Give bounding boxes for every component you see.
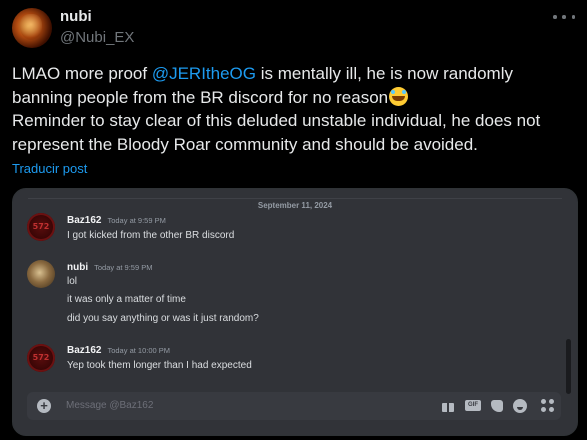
message-line: it was only a matter of time [67,294,186,305]
message-line: Yep took them longer than I had expected [67,360,252,371]
message-author: nubi Today at 9:59 PM [67,262,152,273]
author-handle[interactable]: @Nubi_EX [60,29,134,46]
message-input-placeholder[interactable]: Message @Baz162 [66,400,153,411]
user-avatar [27,344,55,372]
author-avatar[interactable] [12,8,52,48]
gift-icon[interactable] [441,399,455,413]
message-line: I got kicked from the other BR discord [67,230,235,241]
message-composer[interactable]: + Message @Baz162 GIF [27,392,561,420]
emoji-picker-icon[interactable] [513,399,527,413]
author-name: Baz162 [67,215,102,226]
translate-post-link[interactable]: Traducir post [12,161,87,176]
author-name: Baz162 [67,345,102,356]
author-name: nubi [67,262,89,273]
message-author: Baz162 Today at 9:59 PM [67,215,166,226]
attached-image[interactable]: September 11, 2024 Baz162 Today at 9:59 P… [12,188,578,436]
date-divider: September 11, 2024 [28,198,562,210]
message-timestamp: Today at 10:00 PM [107,346,171,355]
add-attachment-icon[interactable]: + [37,399,51,413]
message-line: did you say anything or was it just rand… [67,313,259,324]
sticker-icon[interactable] [490,399,504,413]
message-timestamp: Today at 9:59 PM [94,263,153,272]
user-avatar [27,260,55,288]
message-timestamp: Today at 9:59 PM [107,216,166,225]
apps-icon[interactable] [541,399,555,413]
gif-icon[interactable]: GIF [465,400,481,411]
author-display-name[interactable]: nubi [60,8,92,25]
scrollbar-thumb[interactable] [566,339,571,394]
mention-link[interactable]: @JERItheOG [152,64,256,83]
user-avatar [27,213,55,241]
tweet-text-part3: Reminder to stay clear of this deluded u… [12,111,541,154]
tweet-text: LMAO more proof @JERItheOG is mentally i… [12,62,577,156]
more-options-icon[interactable] [553,10,575,24]
rolling-laughing-emoji-icon [389,86,409,106]
message-author: Baz162 Today at 10:00 PM [67,345,170,356]
message-line: lol [67,276,78,287]
tweet-text-part1: LMAO more proof [12,64,152,83]
date-divider-label: September 11, 2024 [251,201,339,210]
